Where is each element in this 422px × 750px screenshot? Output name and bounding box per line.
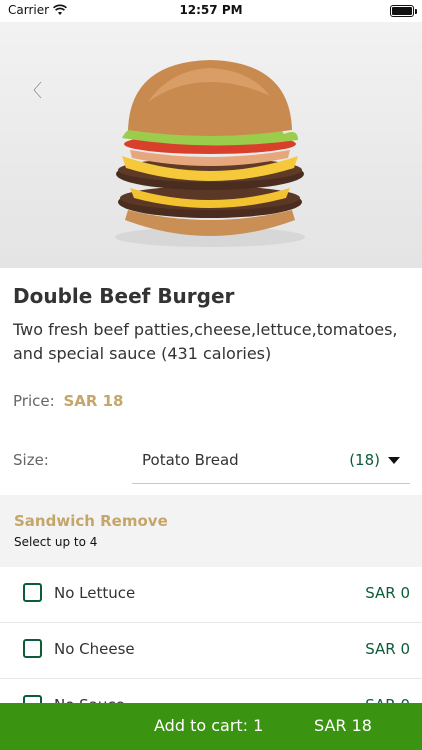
modifier-group-title: Sandwich Remove	[14, 512, 168, 530]
size-count: (18)	[349, 451, 380, 469]
modifier-group-header: Sandwich Remove Select up to 4	[0, 495, 422, 567]
size-dropdown[interactable]: Potato Bread (18)	[132, 440, 410, 484]
option-row-no-cheese[interactable]: No Cheese SAR 0	[0, 623, 422, 679]
checkbox[interactable]	[23, 583, 42, 602]
option-row-no-lettuce[interactable]: No Lettuce SAR 0	[0, 567, 422, 623]
back-arrow-icon[interactable]	[26, 78, 50, 102]
checkbox[interactable]	[23, 639, 42, 658]
option-price: SAR 0	[365, 584, 410, 602]
add-to-cart-label: Add to cart: 1	[154, 716, 264, 735]
battery-icon	[390, 5, 417, 17]
status-bar: Carrier 12:57 PM	[0, 0, 422, 22]
add-to-cart-button[interactable]: Add to cart: 1 SAR 18	[0, 703, 422, 750]
option-label: No Lettuce	[54, 584, 136, 602]
status-time: 12:57 PM	[179, 3, 243, 17]
size-selected-value: Potato Bread	[142, 451, 239, 469]
option-label: No Cheese	[54, 640, 135, 658]
modifier-group-subtitle: Select up to 4	[14, 535, 98, 549]
option-price: SAR 0	[365, 640, 410, 658]
product-title: Double Beef Burger	[13, 284, 235, 308]
size-label: Size:	[13, 451, 49, 469]
product-image	[0, 22, 422, 268]
cart-total: SAR 18	[314, 716, 372, 735]
price-label: Price:	[13, 392, 55, 410]
burger-illustration	[115, 60, 305, 247]
price-value: SAR 18	[63, 392, 124, 410]
price-row: Price: SAR 18	[13, 392, 124, 410]
caret-down-icon	[388, 457, 400, 464]
product-description: Two fresh beef patties,cheese,lettuce,to…	[13, 320, 398, 363]
